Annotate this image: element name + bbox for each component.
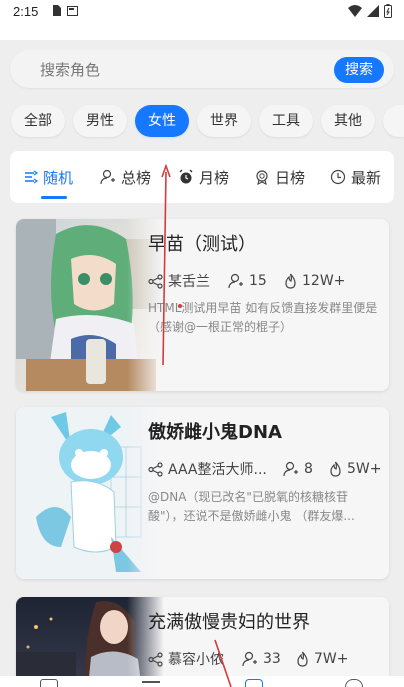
battery-icon	[384, 4, 392, 18]
card-title: 傲娇雌小鬼DNA	[148, 422, 282, 443]
tab-overall[interactable]: 总榜	[100, 151, 151, 203]
card-followers-count: 8	[304, 461, 313, 477]
user-add-icon	[228, 273, 243, 289]
filter-chip-female[interactable]: 女性	[135, 105, 189, 137]
card-author-name: 慕容小侬	[168, 652, 224, 668]
character-card[interactable]: 早苗（测试） 某舌兰 15 12W+ HTML测试用早苗 如有反馈直接发群里便是…	[16, 219, 389, 391]
filter-chip-tools[interactable]: 工具	[259, 105, 313, 137]
ranking-tabs: 随机 总榜 月榜 日榜 最新	[10, 151, 394, 203]
bottom-navigation	[0, 676, 404, 687]
card-heat-value: 5W+	[347, 461, 382, 477]
card-author-name: 某舌兰	[168, 274, 210, 290]
card-author: AAA整活大师...	[148, 459, 283, 479]
character-avatar	[16, 219, 164, 391]
user-add-icon	[283, 461, 298, 477]
filter-chip-other[interactable]: 其他	[321, 105, 375, 137]
tab-random-label: 随机	[43, 168, 74, 187]
search-button[interactable]: 搜索	[334, 57, 384, 83]
notification-icon	[67, 5, 78, 16]
filter-chip-overflow[interactable]	[383, 105, 404, 137]
card-author: 某舌兰	[148, 271, 228, 291]
search-input[interactable]: 搜索角色 搜索	[10, 50, 394, 88]
tab-overall-label: 总榜	[121, 168, 152, 187]
medal-icon	[256, 170, 268, 185]
character-card[interactable]: 傲娇雌小鬼DNA AAA整活大师... 8 5W+ @DNA（现已改名"已脱氧的…	[16, 407, 389, 579]
status-notification-icons	[52, 5, 78, 16]
card-followers-count: 33	[263, 651, 281, 667]
app-header-area	[0, 24, 404, 40]
clock-icon	[330, 169, 346, 185]
shuffle-icon	[25, 170, 38, 184]
gender-filter-row: 全部 男性 女性 世界 工具 其他	[0, 105, 404, 139]
tab-latest-label: 最新	[351, 168, 382, 187]
filter-chip-all[interactable]: 全部	[11, 105, 65, 137]
card-description: @DNA（现已改名"已脱氧的核糖核苷酸"），还说不是傲娇雌小鬼 （群友爆...	[148, 490, 355, 523]
status-system-icons	[348, 4, 392, 18]
tab-latest[interactable]: 最新	[330, 151, 381, 203]
flame-icon	[297, 651, 308, 667]
user-icon	[100, 169, 115, 185]
search-placeholder: 搜索角色	[40, 61, 101, 79]
card-meta: AAA整活大师... 8 5W+	[148, 459, 381, 479]
card-followers: 15	[228, 273, 284, 289]
user-add-icon	[242, 651, 257, 667]
wifi-icon	[348, 5, 362, 17]
card-followers: 33	[242, 651, 296, 667]
card-heat: 5W+	[329, 461, 381, 477]
status-bar: 2:15	[0, 0, 404, 24]
list-icon[interactable]	[142, 681, 160, 683]
card-heat: 12W+	[284, 273, 345, 289]
share-icon	[148, 273, 163, 289]
discover-icon[interactable]	[245, 679, 263, 687]
card-meta: 某舌兰 15 12W+	[148, 271, 345, 291]
card-heat-value: 12W+	[302, 273, 346, 289]
status-time: 2:15	[13, 4, 39, 19]
card-heat-value: 7W+	[314, 651, 349, 667]
cellular-signal-icon	[367, 5, 379, 17]
share-icon	[148, 651, 163, 667]
tab-monthly-label: 月榜	[199, 168, 230, 187]
sim-card-icon	[53, 5, 61, 16]
filter-chip-world[interactable]: 世界	[197, 105, 251, 137]
card-author: 慕容小侬	[148, 649, 242, 669]
flame-icon	[330, 461, 341, 477]
card-meta: 慕容小侬 33 7W+	[148, 649, 348, 669]
filter-chip-male[interactable]: 男性	[73, 105, 127, 137]
tab-monthly[interactable]: 月榜	[178, 151, 229, 203]
card-followers: 8	[283, 461, 329, 477]
tab-daily-label: 日榜	[275, 168, 306, 187]
card-followers-count: 15	[249, 273, 267, 289]
active-tab-indicator	[41, 196, 67, 199]
card-title: 充满傲慢贵妇的世界	[148, 612, 310, 633]
card-description: HTML测试用早苗 如有反馈直接发群里便是（感谢@一根正常的棍子）	[148, 301, 378, 334]
tab-daily[interactable]: 日榜	[254, 151, 305, 203]
card-heat: 7W+	[296, 651, 348, 667]
character-avatar	[16, 597, 164, 687]
home-icon[interactable]	[40, 679, 58, 687]
share-icon	[148, 461, 163, 477]
profile-icon[interactable]	[345, 679, 363, 687]
card-author-name: AAA整活大师...	[168, 462, 267, 478]
flame-icon	[285, 273, 296, 289]
character-avatar	[16, 407, 164, 579]
alarm-clock-icon	[179, 169, 193, 184]
character-card[interactable]: 充满傲慢贵妇的世界 慕容小侬 33 7W+	[16, 597, 389, 687]
card-title: 早苗（测试）	[148, 234, 256, 255]
